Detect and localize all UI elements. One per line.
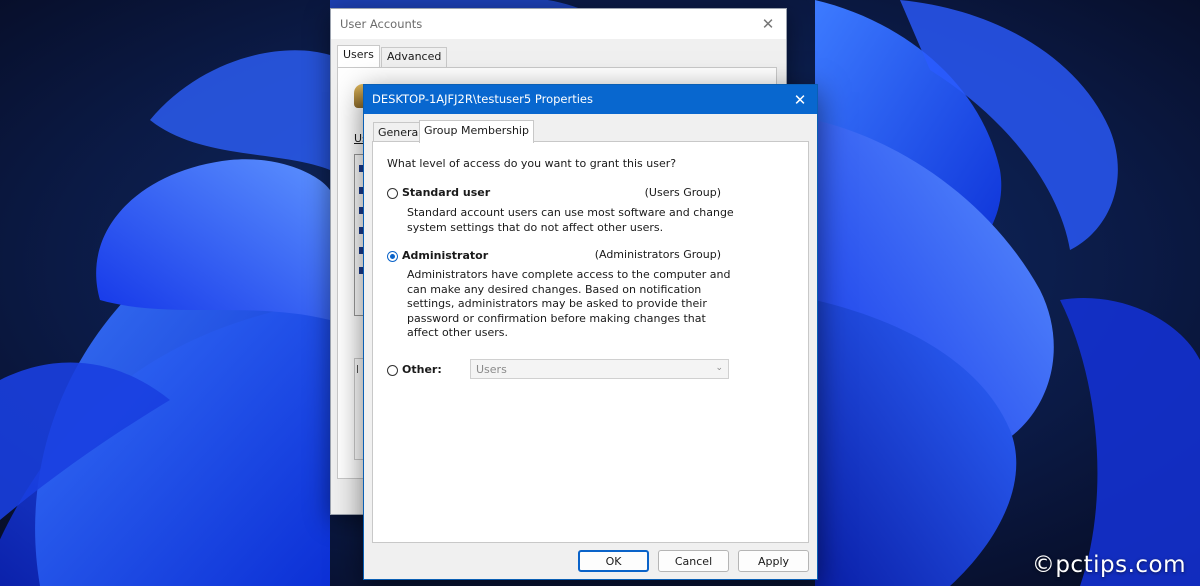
standard-user-radio[interactable] xyxy=(387,188,398,199)
chevron-down-icon: ⌄ xyxy=(715,363,723,373)
group-membership-page: What level of access do you want to gran… xyxy=(372,141,809,543)
dialog-close-icon[interactable]: ✕ xyxy=(789,89,811,111)
administrator-radio[interactable] xyxy=(387,251,398,262)
user-accounts-close-icon[interactable]: ✕ xyxy=(758,14,778,34)
access-question: What level of access do you want to gran… xyxy=(387,157,677,170)
other-group-select[interactable]: Users ⌄ xyxy=(470,359,729,379)
user-accounts-titlebar[interactable]: User Accounts ✕ xyxy=(331,9,786,39)
user-accounts-title: User Accounts xyxy=(340,17,423,31)
standard-user-group: (Users Group) xyxy=(644,186,721,199)
user-properties-dialog: DESKTOP-1AJFJ2R\testuser5 Properties ✕ G… xyxy=(363,84,818,580)
ok-button[interactable]: OK xyxy=(578,550,649,572)
other-group-select-value: Users xyxy=(476,363,507,376)
cancel-button[interactable]: Cancel xyxy=(658,550,729,572)
administrator-description: Administrators have complete access to t… xyxy=(407,268,731,339)
dialog-titlebar[interactable]: DESKTOP-1AJFJ2R\testuser5 Properties ✕ xyxy=(364,85,817,114)
standard-user-label[interactable]: Standard user xyxy=(402,186,490,199)
other-radio[interactable] xyxy=(387,365,398,376)
tab-group-membership[interactable]: Group Membership xyxy=(419,120,534,143)
administrator-label[interactable]: Administrator xyxy=(402,249,488,262)
administrator-group: (Administrators Group) xyxy=(594,248,721,261)
watermark-text: ©pctips.com xyxy=(1031,552,1186,578)
dialog-title: DESKTOP-1AJFJ2R\testuser5 Properties xyxy=(372,92,593,106)
apply-button[interactable]: Apply xyxy=(738,550,809,572)
other-label[interactable]: Other: xyxy=(402,363,442,376)
tab-advanced[interactable]: Advanced xyxy=(381,47,448,68)
tab-users[interactable]: Users xyxy=(337,45,380,68)
standard-user-description: Standard account users can use most soft… xyxy=(407,206,734,234)
